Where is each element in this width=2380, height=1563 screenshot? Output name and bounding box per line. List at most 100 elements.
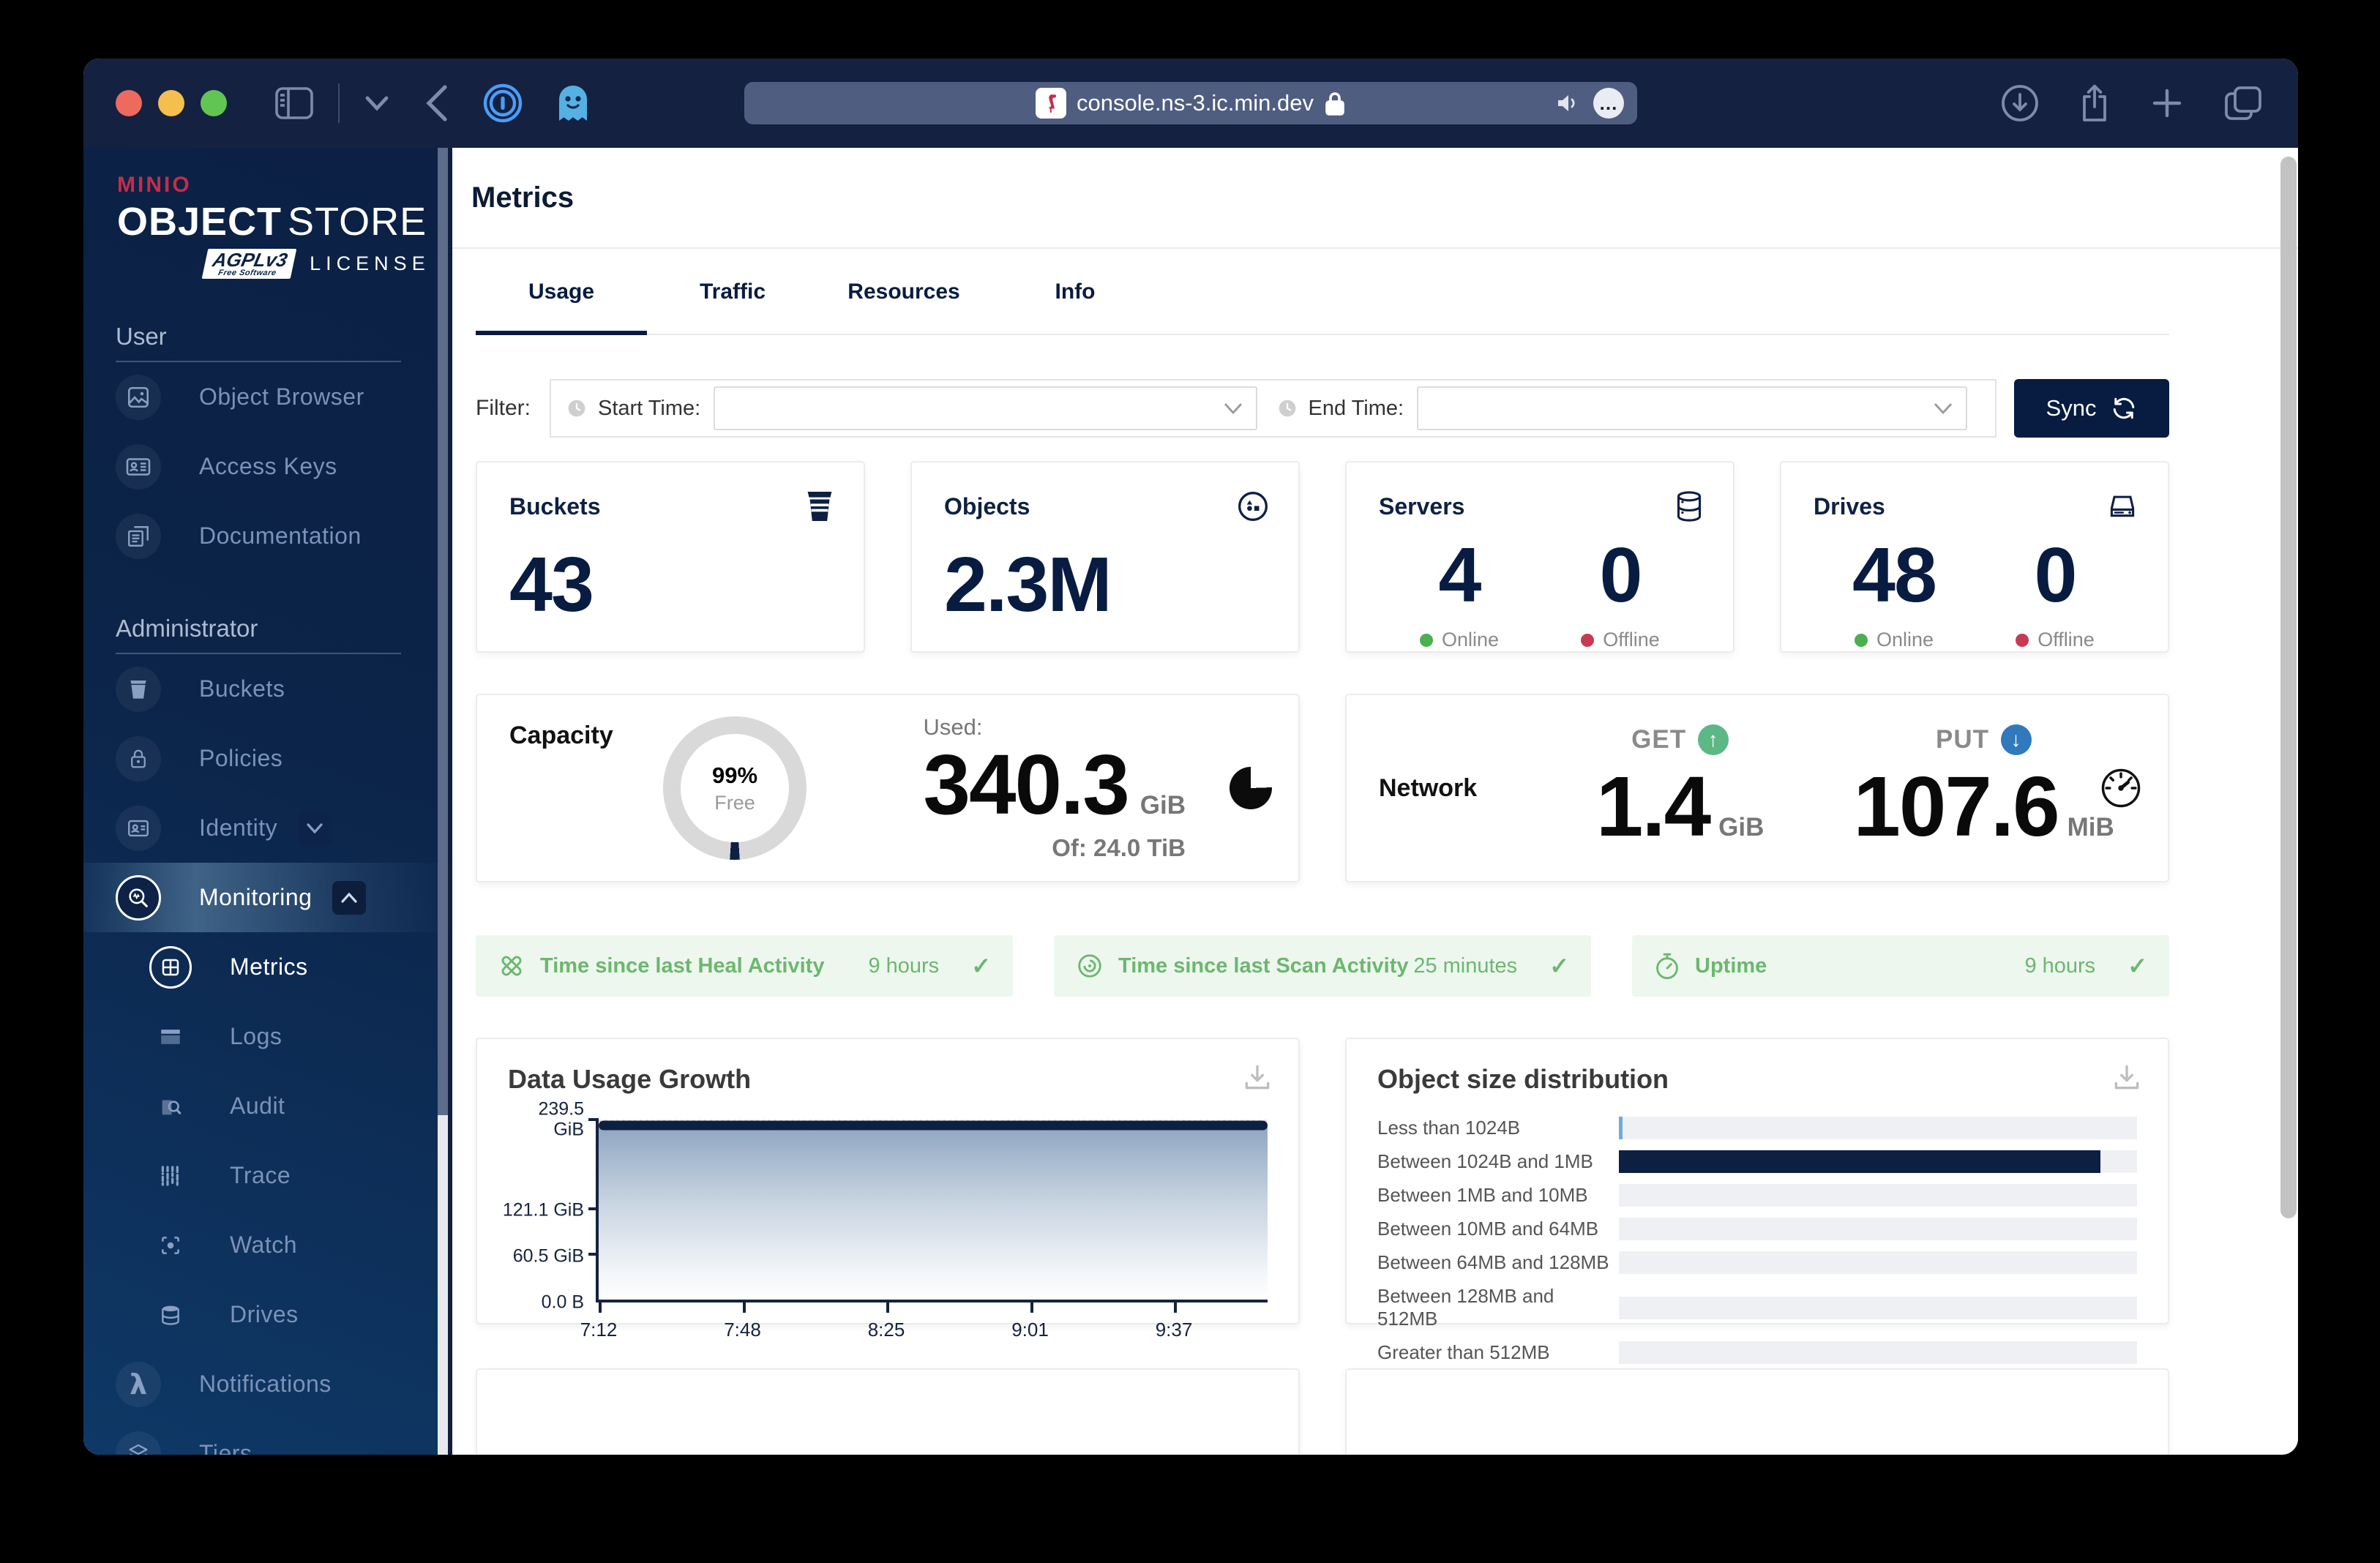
object-size-distribution-chart: Less than 1024B Between 1024B and 1MB Be… bbox=[1377, 1117, 2137, 1364]
main-scrollbar[interactable] bbox=[2279, 154, 2297, 1449]
bar-row: Between 128MB and 512MB bbox=[1377, 1285, 2137, 1330]
identity-expand-chevron[interactable] bbox=[298, 811, 332, 845]
sidebar-item-monitoring[interactable]: Monitoring bbox=[83, 863, 458, 932]
start-time-select[interactable] bbox=[714, 386, 1257, 430]
servers-card-title: Servers bbox=[1379, 493, 1465, 520]
x-axis-tick-label: 9:37 bbox=[1155, 1319, 1193, 1341]
sidebar-item-label: Buckets bbox=[199, 675, 285, 702]
logs-icon bbox=[149, 1016, 192, 1058]
sidebar-item-label: Metrics bbox=[230, 953, 308, 980]
partial-card bbox=[476, 1368, 1300, 1455]
tab-traffic[interactable]: Traffic bbox=[647, 280, 818, 335]
download-chart-icon[interactable] bbox=[1241, 1061, 1273, 1093]
tab-info[interactable]: Info bbox=[989, 280, 1161, 335]
area-fill bbox=[599, 1125, 1268, 1300]
capacity-title: Capacity bbox=[509, 721, 613, 749]
audit-icon bbox=[149, 1085, 192, 1128]
ghostery-extension-icon[interactable] bbox=[555, 83, 591, 124]
buckets-card: Buckets 43 bbox=[476, 461, 865, 653]
sidebar-item-policies[interactable]: Policies bbox=[116, 724, 448, 793]
data-usage-growth-card: Data Usage Growth 239.5 GiB 121.1 GiB 60.… bbox=[476, 1038, 1300, 1341]
x-axis-tick-label: 7:12 bbox=[580, 1319, 618, 1341]
tab-usage[interactable]: Usage bbox=[476, 280, 647, 335]
put-value: 107.6 bbox=[1853, 759, 2059, 855]
sidebar-item-identity[interactable]: Identity bbox=[116, 793, 448, 863]
servers-card: Servers 4 Online 0 Offline bbox=[1345, 461, 1735, 653]
scan-icon bbox=[1076, 952, 1104, 980]
sync-button[interactable]: Sync bbox=[2014, 379, 2169, 438]
get-unit: GiB bbox=[1718, 813, 1765, 842]
sidebar-item-label: Watch bbox=[230, 1232, 297, 1258]
uptime-value: 9 hours bbox=[2024, 953, 2096, 978]
site-favicon-minio bbox=[1036, 88, 1067, 119]
y-axis-tick-label: 239.5 GiB bbox=[538, 1098, 584, 1139]
sidebar-scrollbar-thumb[interactable] bbox=[438, 148, 448, 1115]
back-button-icon[interactable] bbox=[426, 84, 448, 122]
page-settings-ellipsis-button[interactable]: … bbox=[1593, 88, 1624, 119]
end-time-label: End Time: bbox=[1308, 396, 1404, 420]
drives-card: Drives 48 Online 0 Offline bbox=[1780, 461, 2169, 653]
bar-row: Between 10MB and 64MB bbox=[1377, 1218, 2137, 1240]
sidebar-item-access-keys[interactable]: Access Keys bbox=[116, 432, 448, 501]
object-browser-icon bbox=[116, 374, 161, 420]
monitoring-collapse-chevron[interactable] bbox=[332, 880, 367, 915]
buckets-count: 43 bbox=[509, 541, 594, 628]
sidebar-scrollbar[interactable] bbox=[438, 148, 448, 1455]
sidebar-item-label: Audit bbox=[230, 1092, 285, 1119]
sidebar-item-buckets[interactable]: Buckets bbox=[116, 654, 448, 724]
tiers-layers-icon bbox=[116, 1431, 161, 1455]
uptime-pill: Uptime 9 hours ✓ bbox=[1632, 935, 2169, 997]
capacity-free-label: Free bbox=[714, 791, 755, 814]
license-label: LICENSE bbox=[310, 252, 430, 274]
tab-overview-icon[interactable] bbox=[2223, 85, 2263, 121]
y-axis-tick-label: 60.5 GiB bbox=[512, 1245, 584, 1267]
stopwatch-icon bbox=[1654, 952, 1680, 980]
sidebar-item-documentation[interactable]: Documentation bbox=[116, 501, 448, 571]
sidebar-item-object-browser[interactable]: Object Browser bbox=[116, 362, 448, 432]
address-bar[interactable]: console.ns-3.ic.min.dev … bbox=[744, 82, 1637, 124]
scan-activity-label: Time since last Scan Activity bbox=[1118, 953, 1409, 978]
bar-row: Between 1024B and 1MB bbox=[1377, 1150, 2137, 1173]
monitoring-icon bbox=[116, 874, 161, 921]
zoom-window-button[interactable] bbox=[201, 90, 227, 116]
bar-row: Greater than 512MB bbox=[1377, 1341, 2137, 1364]
chevron-down-icon[interactable] bbox=[364, 95, 389, 111]
y-tick-mark bbox=[588, 1252, 599, 1256]
online-label: Online bbox=[1441, 629, 1500, 651]
main-scrollbar-thumb[interactable] bbox=[2280, 157, 2297, 1219]
sidebar-item-label: Access Keys bbox=[199, 453, 337, 479]
close-window-button[interactable] bbox=[116, 90, 142, 116]
y-tick-mark bbox=[588, 1118, 599, 1121]
x-tick-mark bbox=[1174, 1302, 1178, 1313]
bar-category-label: Between 10MB and 64MB bbox=[1377, 1218, 1599, 1240]
new-tab-icon[interactable] bbox=[2150, 86, 2184, 120]
x-axis-tick-label: 7:48 bbox=[724, 1319, 761, 1341]
sidebar-toggle-icon[interactable] bbox=[275, 87, 313, 119]
get-up-arrow-icon: ↑ bbox=[1698, 724, 1729, 756]
onepassword-extension-icon[interactable] bbox=[483, 83, 523, 123]
mute-speaker-icon[interactable] bbox=[1555, 91, 1582, 115]
filter-row: Filter: Start Time: End Time: Sync bbox=[476, 379, 2169, 438]
sidebar-item-logs[interactable]: Logs bbox=[116, 1002, 448, 1071]
url-text: console.ns-3.ic.min.dev bbox=[1077, 90, 1314, 116]
capacity-donut-chart: 99% Free bbox=[663, 716, 807, 860]
minimize-window-button[interactable] bbox=[158, 90, 184, 116]
page-header: Metrics bbox=[452, 148, 2298, 249]
sidebar-item-metrics[interactable]: Metrics bbox=[116, 932, 448, 1002]
sidebar-item-tiers[interactable]: Tiers bbox=[116, 1419, 448, 1455]
sidebar-item-drives[interactable]: Drives bbox=[116, 1280, 448, 1349]
servers-online-count: 4 bbox=[1438, 532, 1482, 618]
downloads-icon[interactable] bbox=[2001, 84, 2039, 122]
end-time-select[interactable] bbox=[1417, 386, 1967, 430]
sidebar-item-watch[interactable]: Watch bbox=[116, 1210, 448, 1280]
sidebar-item-notifications[interactable]: λ Notifications bbox=[116, 1349, 448, 1419]
bucket-icon bbox=[805, 490, 834, 522]
download-chart-icon[interactable] bbox=[2111, 1061, 2143, 1093]
share-icon[interactable] bbox=[2078, 83, 2111, 123]
tab-resources[interactable]: Resources bbox=[818, 280, 989, 335]
online-dot bbox=[1854, 633, 1868, 647]
bar-row: Less than 1024B bbox=[1377, 1117, 2137, 1139]
sidebar-item-trace[interactable]: Trace bbox=[116, 1141, 448, 1210]
bar-category-label: Less than 1024B bbox=[1377, 1117, 1521, 1139]
sidebar-item-audit[interactable]: Audit bbox=[116, 1071, 448, 1141]
